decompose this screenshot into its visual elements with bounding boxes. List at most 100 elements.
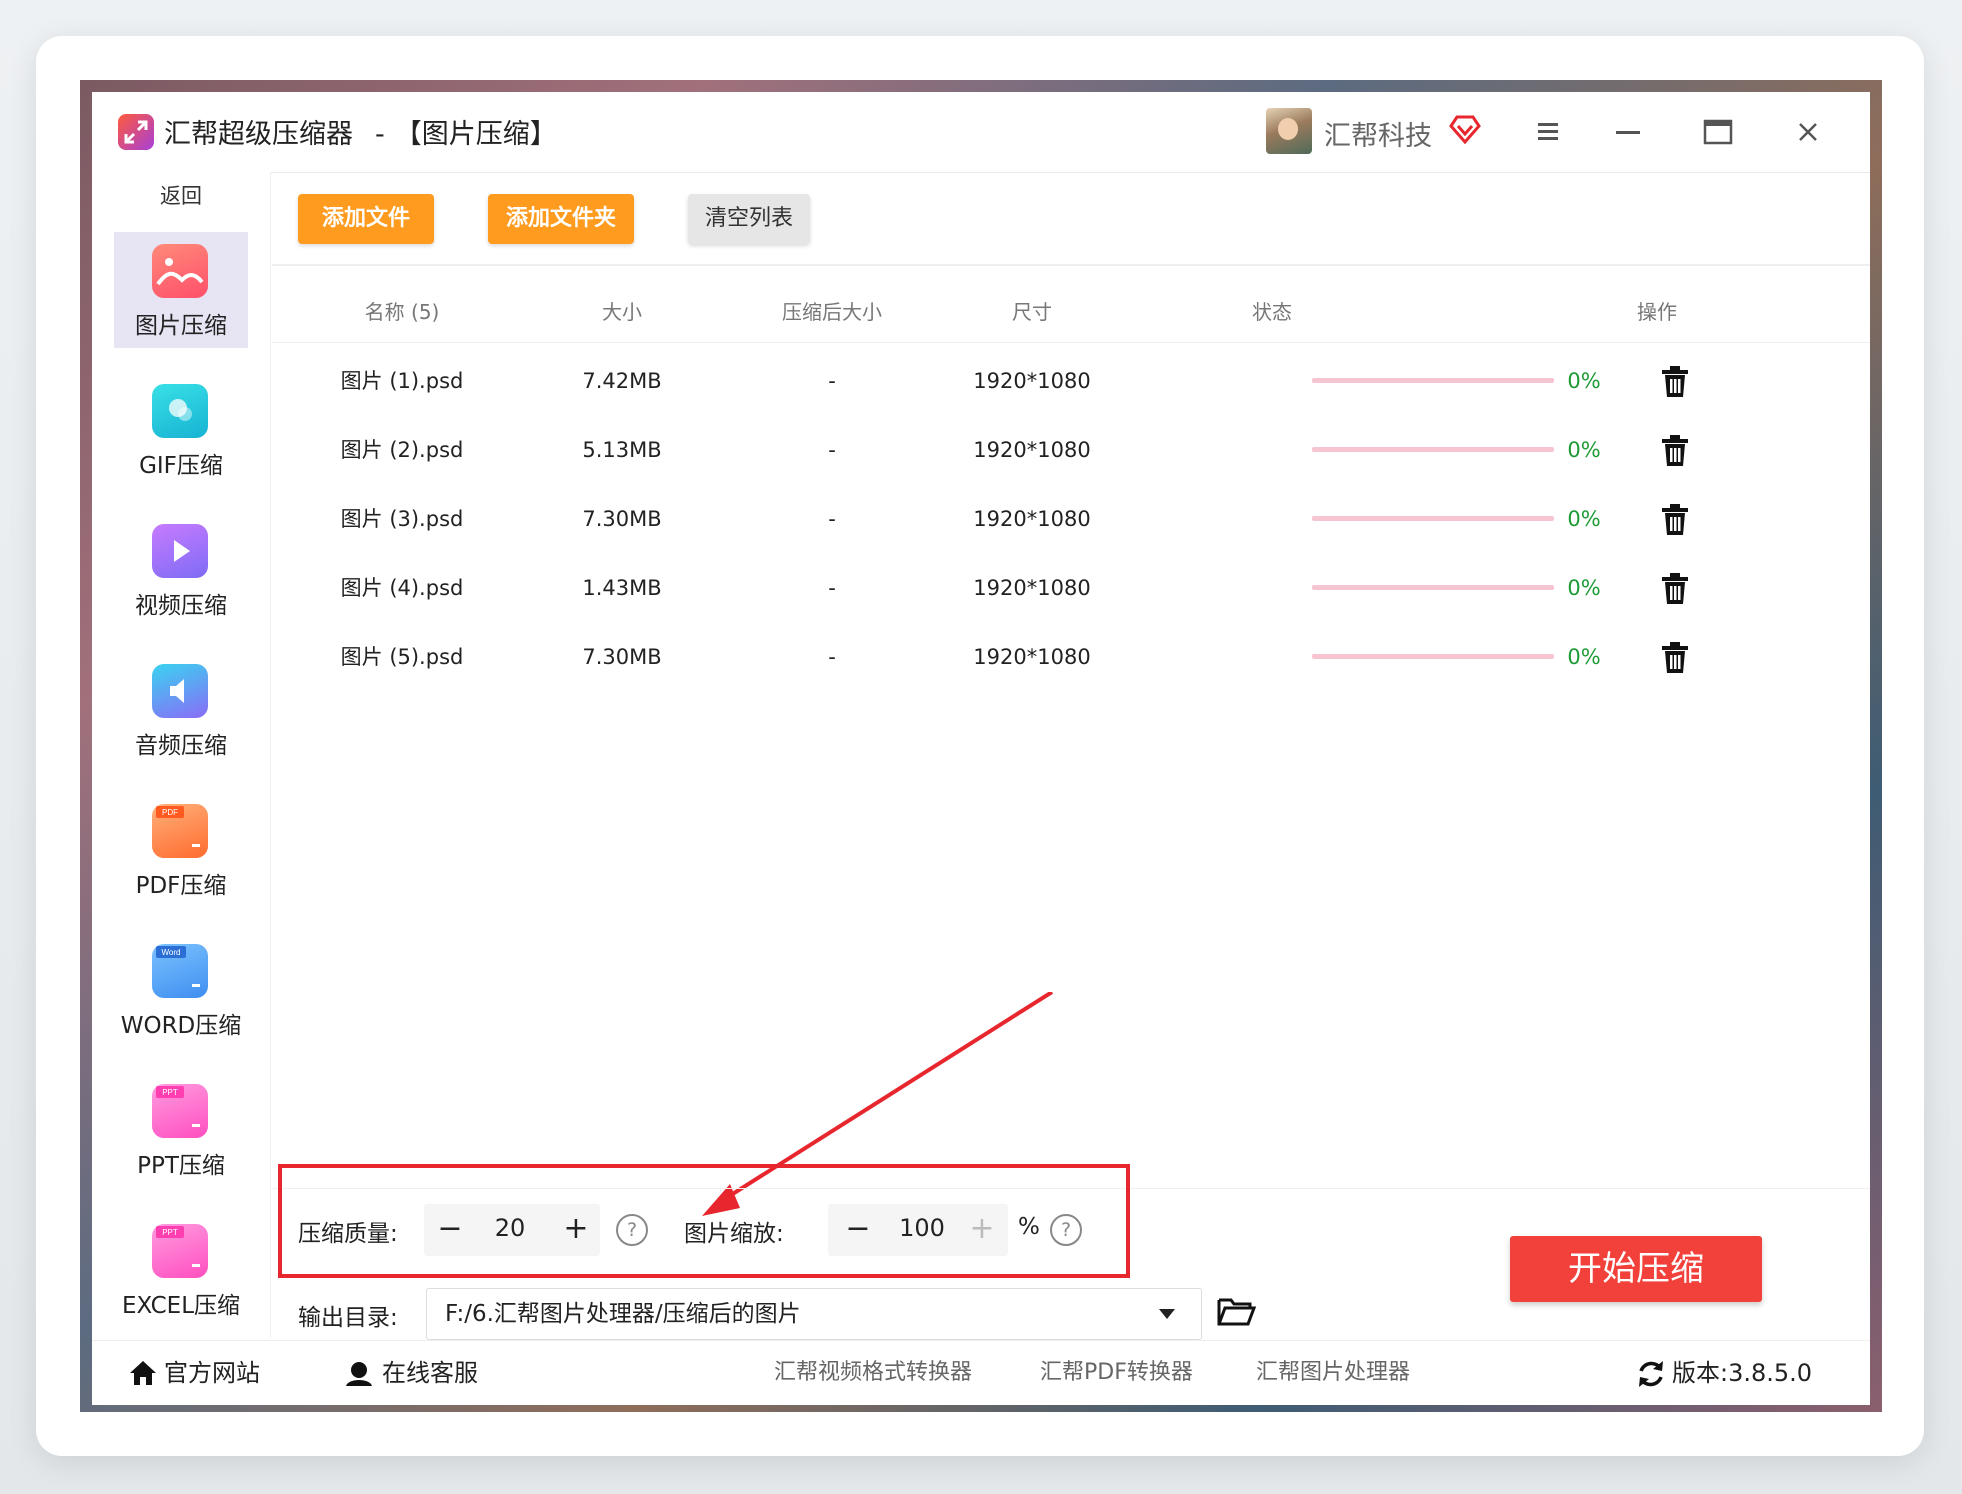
compressed-size: - bbox=[828, 576, 836, 600]
footer-link-pdf-converter[interactable]: 汇帮PDF转换器 bbox=[1040, 1341, 1193, 1405]
status-percent: 0% bbox=[1567, 438, 1601, 462]
status-percent: 0% bbox=[1567, 576, 1601, 600]
maximize-icon bbox=[1703, 119, 1733, 145]
add-file-button[interactable]: 添加文件 bbox=[298, 194, 434, 244]
window-title: 汇帮超级压缩器 - 【图片压缩】 bbox=[164, 112, 557, 151]
official-website-link[interactable]: 官方网站 bbox=[164, 1341, 260, 1405]
back-link[interactable]: 返回 bbox=[92, 180, 270, 210]
progress-bar bbox=[1312, 585, 1554, 590]
toolbar-divider bbox=[272, 264, 1870, 266]
table-row[interactable]: 图片 (1).psd 7.42MB - 1920*1080 0% bbox=[272, 346, 1870, 416]
file-size: 1.43MB bbox=[582, 576, 662, 600]
file-size: 5.13MB bbox=[582, 438, 662, 462]
delete-icon[interactable] bbox=[1660, 573, 1690, 605]
excel-compress-icon: PPT bbox=[152, 1224, 208, 1278]
column-header-dimension[interactable]: 尺寸 bbox=[952, 282, 1112, 342]
compressed-size: - bbox=[828, 369, 836, 393]
sidebar-item-image-compress[interactable]: 图片压缩 bbox=[114, 232, 248, 348]
table-row[interactable]: 图片 (4).psd 1.43MB - 1920*1080 0% bbox=[272, 553, 1870, 623]
app-window: 汇帮超级压缩器 - 【图片压缩】 汇帮科技 返回 图片压缩 GIF压缩 视频压缩… bbox=[92, 92, 1870, 1405]
app-logo-icon bbox=[118, 114, 154, 150]
progress-bar bbox=[1312, 516, 1554, 521]
chevron-down-icon[interactable] bbox=[1159, 1309, 1175, 1319]
file-name: 图片 (4).psd bbox=[340, 576, 464, 600]
maximize-button[interactable] bbox=[1696, 110, 1740, 154]
delete-icon[interactable] bbox=[1660, 504, 1690, 536]
progress-bar bbox=[1312, 447, 1554, 452]
image-dimension: 1920*1080 bbox=[973, 369, 1091, 393]
refresh-icon[interactable] bbox=[1636, 1359, 1666, 1389]
column-header-name[interactable]: 名称 (5) bbox=[302, 282, 502, 342]
output-dir-value: F:/6.汇帮图片处理器/压缩后的图片 bbox=[445, 1301, 801, 1327]
sidebar-item-label: GIF压缩 bbox=[139, 453, 223, 479]
current-module: 【图片压缩】 bbox=[394, 119, 557, 150]
sidebar-item-gif-compress[interactable]: GIF压缩 bbox=[114, 372, 248, 488]
table-row[interactable]: 图片 (5).psd 7.30MB - 1920*1080 0% bbox=[272, 622, 1870, 692]
footer-link-image-processor[interactable]: 汇帮图片处理器 bbox=[1256, 1341, 1410, 1405]
status-percent: 0% bbox=[1567, 645, 1601, 669]
pdf-compress-icon: PDF bbox=[152, 804, 208, 858]
minimize-icon bbox=[1616, 131, 1640, 134]
sidebar-item-audio-compress[interactable]: 音频压缩 bbox=[114, 652, 248, 768]
hamburger-icon bbox=[1538, 123, 1558, 140]
gif-compress-icon bbox=[152, 384, 208, 438]
sidebar-item-label: 图片压缩 bbox=[135, 313, 227, 339]
home-icon bbox=[130, 1361, 156, 1385]
compressed-size: - bbox=[828, 438, 836, 462]
image-dimension: 1920*1080 bbox=[973, 438, 1091, 462]
delete-icon[interactable] bbox=[1660, 642, 1690, 674]
start-compress-button[interactable]: 开始压缩 bbox=[1510, 1236, 1762, 1302]
user-avatar[interactable] bbox=[1266, 108, 1312, 154]
version-info: 版本:3.8.5.0 bbox=[1672, 1341, 1812, 1405]
svg-text:PPT: PPT bbox=[162, 1088, 178, 1097]
progress-bar bbox=[1312, 654, 1554, 659]
sidebar-item-label: PPT压缩 bbox=[137, 1153, 225, 1179]
vip-diamond-icon[interactable] bbox=[1448, 112, 1482, 150]
sidebar-item-excel-compress[interactable]: PPT EXCEL压缩 bbox=[114, 1212, 248, 1328]
sidebar-item-label: PDF压缩 bbox=[135, 873, 227, 899]
image-compress-icon bbox=[152, 244, 208, 298]
column-header-compressed-size[interactable]: 压缩后大小 bbox=[732, 282, 932, 342]
highlight-box bbox=[278, 1164, 1130, 1278]
file-name: 图片 (5).psd bbox=[340, 645, 464, 669]
delete-icon[interactable] bbox=[1660, 435, 1690, 467]
app-name: 汇帮超级压缩器 bbox=[164, 119, 353, 150]
table-row[interactable]: 图片 (2).psd 5.13MB - 1920*1080 0% bbox=[272, 415, 1870, 485]
table-row[interactable]: 图片 (3).psd 7.30MB - 1920*1080 0% bbox=[272, 484, 1870, 554]
table-header: 名称 (5) 大小 压缩后大小 尺寸 状态 操作 bbox=[272, 282, 1870, 343]
svg-text:PPT: PPT bbox=[162, 1228, 178, 1237]
sidebar-item-video-compress[interactable]: 视频压缩 bbox=[114, 512, 248, 628]
open-folder-icon[interactable] bbox=[1216, 1292, 1257, 1330]
svg-text:PDF: PDF bbox=[162, 808, 178, 817]
menu-button[interactable] bbox=[1526, 110, 1570, 154]
output-dir-label: 输出目录: bbox=[298, 1305, 398, 1331]
compressed-size: - bbox=[828, 507, 836, 531]
sidebar-item-label: EXCEL压缩 bbox=[121, 1293, 241, 1319]
customer-service-icon bbox=[346, 1362, 372, 1386]
close-button[interactable] bbox=[1786, 110, 1830, 154]
word-compress-icon: Word bbox=[152, 944, 208, 998]
column-header-size[interactable]: 大小 bbox=[562, 282, 682, 342]
file-name: 图片 (2).psd bbox=[340, 438, 464, 462]
clear-list-button[interactable]: 清空列表 bbox=[688, 194, 810, 244]
sidebar-item-word-compress[interactable]: Word WORD压缩 bbox=[114, 932, 248, 1048]
column-header-status[interactable]: 状态 bbox=[1172, 282, 1372, 342]
file-size: 7.42MB bbox=[582, 369, 662, 393]
minimize-button[interactable] bbox=[1606, 110, 1650, 154]
image-dimension: 1920*1080 bbox=[973, 645, 1091, 669]
compressed-size: - bbox=[828, 645, 836, 669]
title-bar: 汇帮超级压缩器 - 【图片压缩】 汇帮科技 bbox=[92, 92, 1870, 173]
sidebar-item-pdf-compress[interactable]: PDF PDF压缩 bbox=[114, 792, 248, 908]
file-size: 7.30MB bbox=[582, 507, 662, 531]
delete-icon[interactable] bbox=[1660, 366, 1690, 398]
sidebar-item-ppt-compress[interactable]: PPT PPT压缩 bbox=[114, 1072, 248, 1188]
user-name[interactable]: 汇帮科技 bbox=[1324, 114, 1432, 153]
online-support-link[interactable]: 在线客服 bbox=[382, 1341, 478, 1405]
sidebar: 返回 图片压缩 GIF压缩 视频压缩 音频压缩 PDF PDF压缩 Word W… bbox=[92, 172, 271, 1338]
sidebar-item-label: 视频压缩 bbox=[135, 593, 227, 619]
output-dir-select[interactable]: F:/6.汇帮图片处理器/压缩后的图片 bbox=[426, 1288, 1202, 1340]
column-header-actions[interactable]: 操作 bbox=[1592, 282, 1722, 342]
footer-link-video-converter[interactable]: 汇帮视频格式转换器 bbox=[774, 1341, 972, 1405]
sidebar-item-label: WORD压缩 bbox=[120, 1013, 242, 1039]
add-folder-button[interactable]: 添加文件夹 bbox=[488, 194, 634, 244]
